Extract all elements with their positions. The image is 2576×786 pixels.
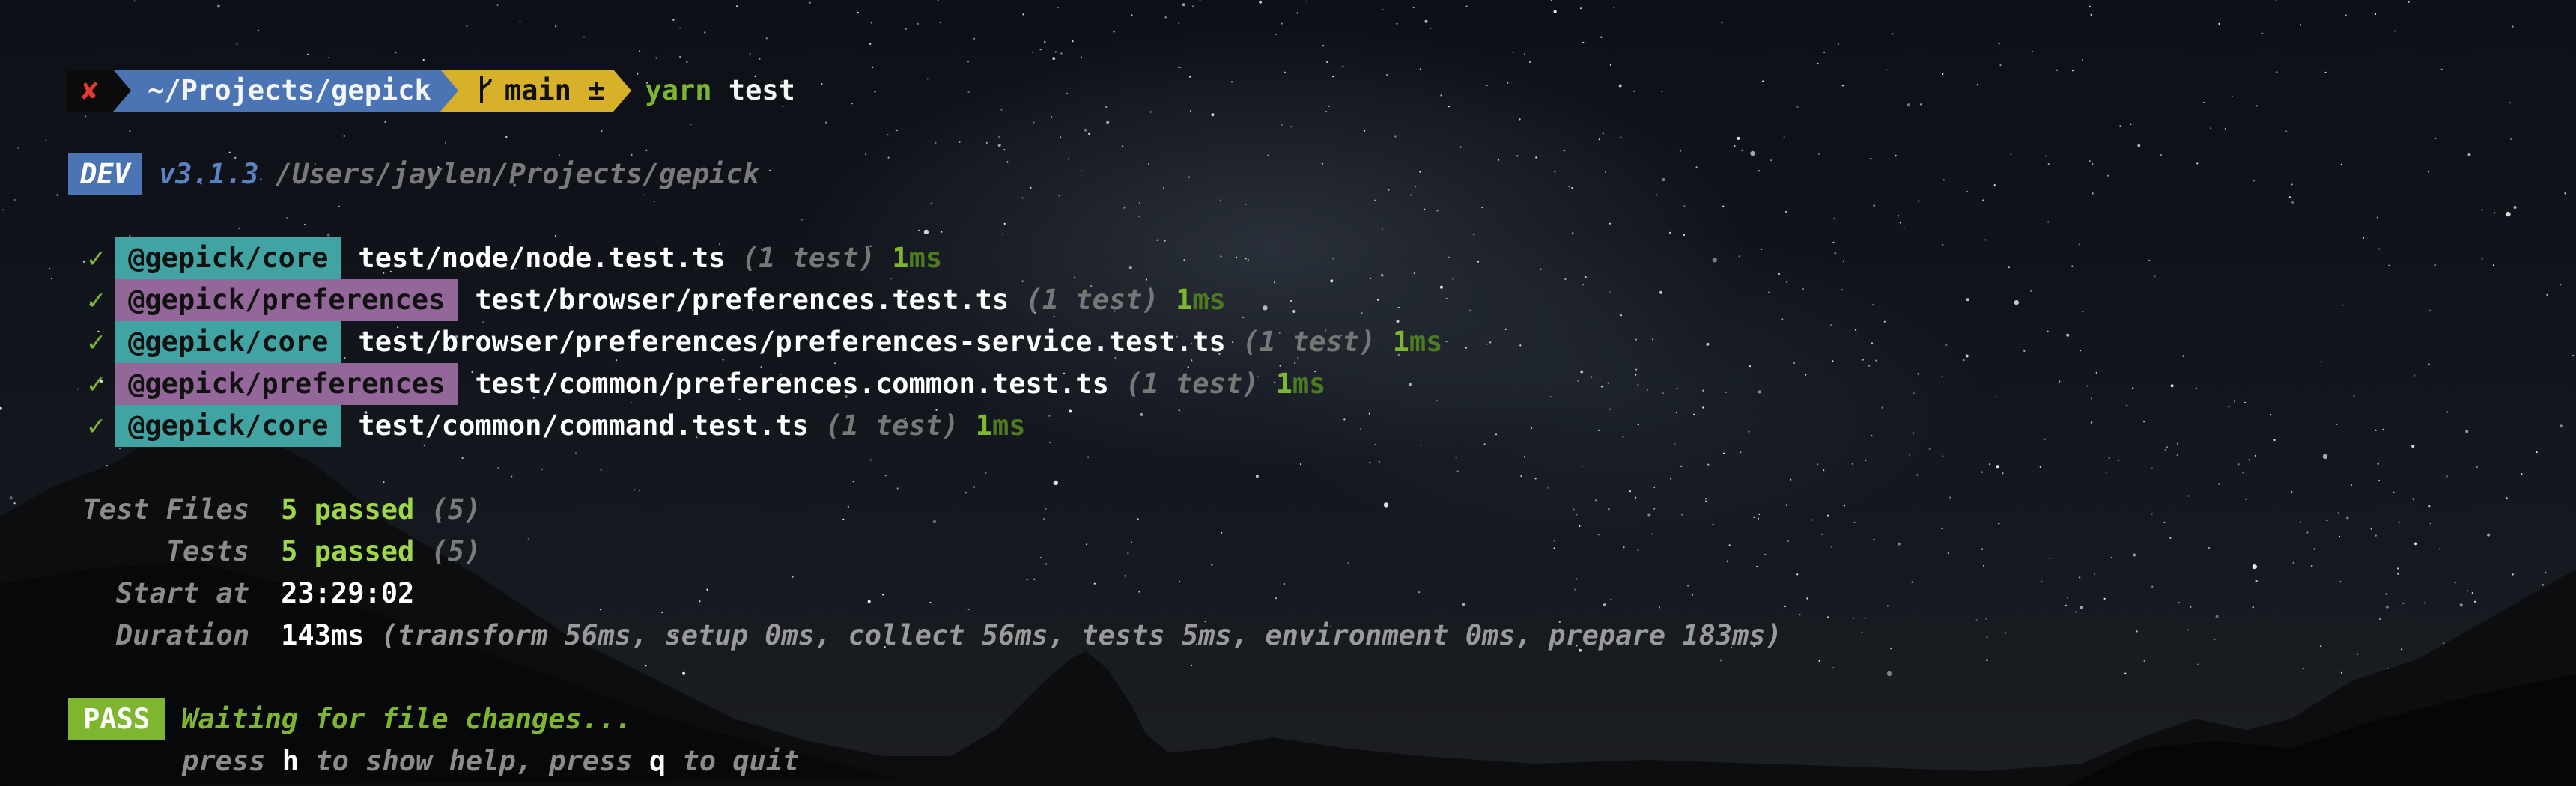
test-duration: 1 <box>1275 368 1292 400</box>
branch-icon <box>479 76 492 103</box>
hint-text: to quit <box>682 745 800 777</box>
test-result-row: ✓ @gepick/core test/common/command.test.ts… <box>0 363 1026 447</box>
prompt-separator <box>440 70 458 112</box>
test-result-row: ✓ @gepick/preferences test/browser/prefere… <box>0 237 1226 321</box>
prompt-path: ~/Projects/gepick <box>131 70 440 112</box>
summary-total: (5) <box>431 535 482 567</box>
prompt-separator <box>113 70 132 112</box>
duration-unit: ms <box>991 409 1026 442</box>
error-status-icon: ✘ <box>67 70 114 112</box>
command-name: yarn <box>645 74 712 106</box>
shell-prompt: ✘ ~/Projects/gepick main ± yarn test <box>0 28 795 112</box>
branch-name: main ± <box>504 74 605 106</box>
command-argument: test <box>728 74 795 106</box>
keyboard-hint: press h to show help, press q to quit <box>0 698 799 777</box>
duration-breakdown: (transform 56ms, setup 0ms, collect 56ms… <box>380 619 1782 651</box>
working-directory: /Users/jaylen/Projects/gepick <box>275 158 759 190</box>
summary-duration: Duration 143ms (transform 56ms, setup 0ms… <box>0 573 1782 651</box>
terminal-window[interactable]: ✘ ~/Projects/gepick main ± yarn test DEV v3.… <box>0 0 2576 786</box>
duration-unit: ms <box>1409 326 1443 358</box>
summary-test-files: Test Files 5 passed (5) <box>0 447 481 525</box>
test-result-row: ✓ @gepick/preferences test/common/preferen… <box>0 321 1325 405</box>
test-count: (1 test) <box>1126 368 1260 400</box>
test-count: (1 test) <box>825 409 959 442</box>
test-duration: 1 <box>975 409 992 442</box>
watch-status: PASS Waiting for file changes... <box>0 656 632 740</box>
help-key[interactable]: h <box>282 745 299 777</box>
summary-start: Start at 23:29:02 <box>0 531 414 609</box>
hint-text: to show help, press <box>315 745 633 777</box>
test-result-row: ✓ @gepick/core test/node/node.test.ts (1 t… <box>0 195 942 279</box>
test-file-path: test/common/command.test.ts <box>358 409 809 442</box>
run-header: DEV v3.1.3 /Users/jaylen/Projects/gepick <box>0 112 759 195</box>
prompt-git-segment: main ± <box>458 70 614 112</box>
pass-check-icon: ✓ <box>87 409 105 442</box>
test-result-row: ✓ @gepick/core test/browser/preferences/pr… <box>0 279 1442 363</box>
duration-unit: ms <box>1292 368 1326 400</box>
prompt-separator <box>613 70 632 112</box>
hint-text: press <box>182 745 266 777</box>
total-duration: 143ms <box>281 619 365 651</box>
quit-key[interactable]: q <box>649 745 666 777</box>
summary-label: Duration <box>115 619 250 651</box>
dev-mode-badge: DEV <box>68 153 142 195</box>
summary-tests: Tests 5 passed (5) <box>0 489 482 567</box>
package-badge: @gepick/core <box>115 405 342 447</box>
runner-version: v3.1.3 <box>158 158 259 190</box>
test-duration: 1 <box>1392 326 1409 358</box>
